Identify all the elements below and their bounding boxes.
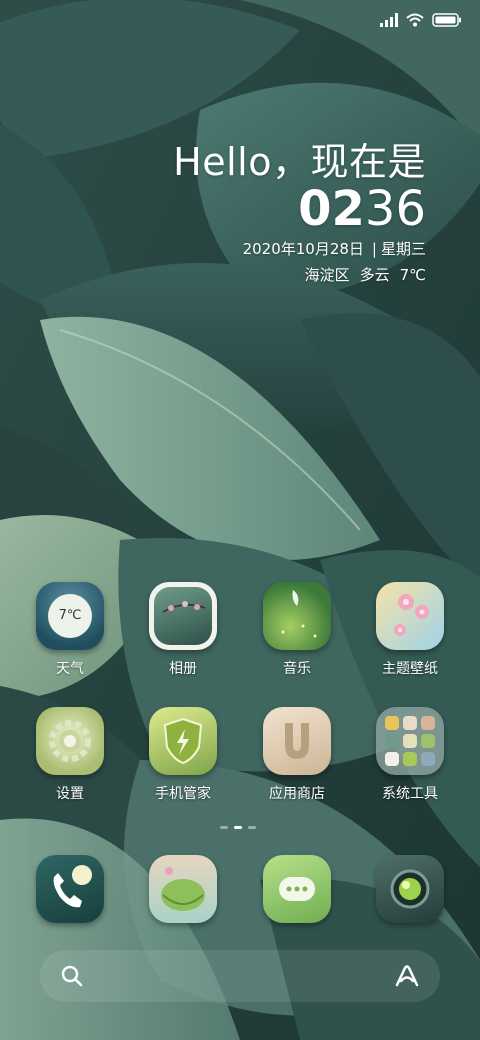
time-hour: 02 <box>298 181 365 237</box>
location-text: 海淀区 <box>304 266 350 284</box>
page-dot[interactable] <box>248 826 256 829</box>
page-indicator[interactable] <box>220 826 256 829</box>
search-bar[interactable] <box>40 950 440 1002</box>
messages-icon <box>263 855 331 923</box>
app-label: 设置 <box>56 786 84 802</box>
page-dot-current[interactable] <box>234 826 242 829</box>
app-label: 系统工具 <box>382 786 438 802</box>
weekday-text: 星期三 <box>380 240 426 258</box>
dock-browser[interactable] <box>128 855 238 923</box>
music-icon <box>263 582 331 650</box>
search-icon[interactable] <box>60 964 84 988</box>
dock-messages[interactable] <box>242 855 352 923</box>
themes-icon <box>376 582 444 650</box>
wifi-icon <box>406 13 424 27</box>
app-label: 主题壁纸 <box>382 661 438 677</box>
app-label: 相册 <box>169 661 197 677</box>
battery-icon <box>432 13 461 27</box>
date-line: 2020年10月28日 | 星期三 <box>173 236 426 262</box>
camera-icon <box>376 855 444 923</box>
gallery-icon <box>149 582 217 650</box>
app-store[interactable]: 应用商店 <box>242 707 352 803</box>
app-gallery[interactable]: 相册 <box>128 582 238 678</box>
date-text: 2020年10月28日 <box>242 240 364 258</box>
clock-widget[interactable]: Hello，现在是 0236 2020年10月28日 | 星期三 海淀区 多云 7℃ <box>173 140 426 288</box>
greeting-text: Hello，现在是 <box>173 140 426 184</box>
weather-icon: 7℃ <box>36 582 104 650</box>
condition-text: 多云 <box>359 266 390 284</box>
app-tools-folder[interactable]: 系统工具 <box>355 707 465 803</box>
phone-icon <box>36 855 104 923</box>
app-themes[interactable]: 主题壁纸 <box>355 582 465 678</box>
time-minute: 36 <box>364 181 426 237</box>
app-label: 手机管家 <box>155 786 211 802</box>
app-security[interactable]: 手机管家 <box>128 707 238 803</box>
tools-folder-icon <box>376 707 444 775</box>
app-weather[interactable]: 7℃ 天气 <box>15 582 125 678</box>
app-music[interactable]: 音乐 <box>242 582 352 678</box>
app-settings[interactable]: 设置 <box>15 707 125 803</box>
security-icon <box>149 707 217 775</box>
app-label: 天气 <box>56 661 84 677</box>
app-label: 音乐 <box>283 661 311 677</box>
assistant-icon[interactable] <box>394 964 420 988</box>
temperature-text: 7℃ <box>399 266 426 284</box>
app-label: 应用商店 <box>269 786 325 802</box>
time-display: 0236 <box>173 182 426 236</box>
settings-icon <box>36 707 104 775</box>
status-bar <box>380 10 462 30</box>
app-store-icon <box>263 707 331 775</box>
weather-icon-temp: 7℃ <box>58 608 82 623</box>
dock-camera[interactable] <box>355 855 465 923</box>
dock-phone[interactable] <box>15 855 125 923</box>
page-dot[interactable] <box>220 826 228 829</box>
browser-icon <box>149 855 217 923</box>
date-separator: | <box>371 240 377 258</box>
signal-icon <box>380 13 398 27</box>
weather-line: 海淀区 多云 7℃ <box>173 262 426 288</box>
